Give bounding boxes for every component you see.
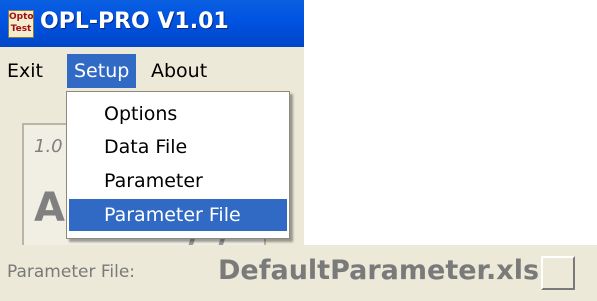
window-title: OPL-PRO V1.01 (40, 9, 229, 34)
parameter-file-value: DefaultParameter.xls (218, 255, 540, 286)
menu-exit[interactable]: Exit (0, 54, 50, 88)
menu-about[interactable]: About (144, 54, 214, 88)
browse-parameter-file-button[interactable] (541, 256, 575, 290)
menu-item-parameter[interactable]: Parameter (69, 165, 287, 197)
menu-item-parameter-file[interactable]: Parameter File (69, 199, 287, 231)
menu-bar: Exit Setup About (0, 47, 304, 95)
setup-dropdown-menu: Options Data File Parameter Parameter Fi… (66, 91, 290, 239)
parameter-file-label: Parameter File: (7, 262, 136, 282)
app-icon-line-2: Test (10, 24, 32, 34)
app-icon-line-1: Opto (9, 12, 34, 22)
status-bar: Parameter File: DefaultParameter.xls (0, 245, 597, 301)
title-bar[interactable]: Opto Test OPL-PRO V1.01 (0, 0, 304, 47)
panel-letter: A (34, 185, 65, 231)
menu-setup[interactable]: Setup (67, 54, 137, 88)
panel-number-fragment: 1.0 (34, 136, 63, 157)
menu-item-options[interactable]: Options (69, 98, 287, 130)
menu-item-data-file[interactable]: Data File (69, 131, 287, 163)
app-icon: Opto Test (8, 10, 34, 38)
